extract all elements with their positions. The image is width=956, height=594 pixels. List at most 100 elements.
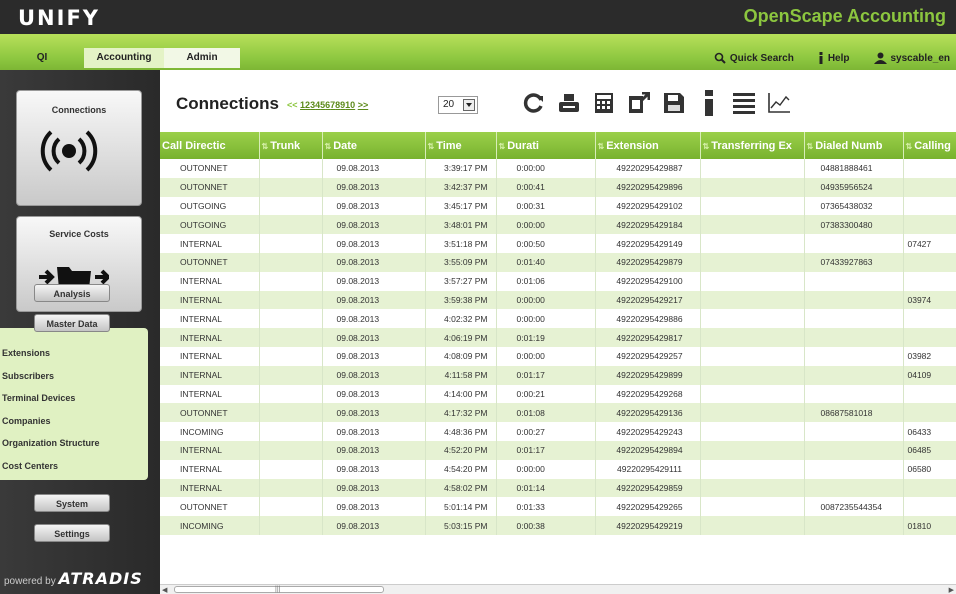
cell-duration: 0:01:19	[496, 328, 596, 347]
submenu-cost-centers[interactable]: Cost Centers	[0, 455, 148, 478]
cell-transferring-extension	[700, 252, 805, 272]
cell-time: 3:57:27 PM	[425, 271, 497, 291]
table-row[interactable]: INTERNAL 09.08.2013 3:57:27 PM 0:01:06 49220…	[160, 271, 956, 291]
page-size-select[interactable]: 20	[438, 96, 478, 114]
column-header-time[interactable]: ⇅ Time	[425, 132, 497, 159]
settings-button[interactable]: Settings	[34, 524, 110, 542]
table-row[interactable]: OUTONNET 09.08.2013 3:55:09 PM 0:01:40 49220…	[160, 252, 956, 272]
cell-duration: 0:01:06	[496, 271, 596, 291]
info-button[interactable]	[697, 88, 721, 120]
table-row[interactable]: INTERNAL 09.08.2013 4:54:20 PM 0:00:00 49220…	[160, 459, 956, 479]
column-header-calling-number[interactable]: ⇅ Calling	[903, 132, 956, 159]
print-button[interactable]	[557, 88, 581, 120]
print-icon	[558, 92, 580, 117]
submenu-companies[interactable]: Companies	[0, 410, 148, 433]
pager-next[interactable]: >>	[358, 100, 369, 110]
cell-extension: 49220295429896	[595, 177, 701, 197]
export-icon	[628, 91, 651, 117]
cell-duration: 0:01:17	[496, 440, 596, 460]
cell-trunk	[259, 159, 323, 178]
cell-calling-number	[903, 159, 956, 178]
calculate-button[interactable]	[592, 88, 616, 120]
column-header-date[interactable]: ⇅ Date	[322, 132, 426, 159]
tab-admin[interactable]: Admin	[164, 48, 240, 68]
cell-date: 09.08.2013	[322, 215, 426, 235]
table-row[interactable]: INTERNAL 09.08.2013 4:06:19 PM 0:01:19 49220…	[160, 328, 956, 347]
table-row[interactable]: INCOMING 09.08.2013 5:03:15 PM 0:00:38 49220…	[160, 516, 956, 535]
table-row[interactable]: INTERNAL 09.08.2013 4:02:32 PM 0:00:00 49220…	[160, 309, 956, 329]
calculator-icon	[594, 92, 614, 117]
table-row[interactable]: INTERNAL 09.08.2013 3:51:18 PM 0:00:50 49220…	[160, 234, 956, 253]
refresh-button[interactable]	[522, 88, 546, 120]
column-header-trunk[interactable]: ⇅ Trunk	[259, 132, 323, 159]
chart-view-button[interactable]	[767, 88, 791, 120]
submenu-extensions[interactable]: Extensions	[0, 342, 148, 365]
cell-trunk	[259, 234, 323, 253]
connections-grid: Call Directic ⇅ Trunk ⇅ Date ⇅ Time ⇅ Durati ⇅ Ext…	[160, 132, 956, 584]
table-row[interactable]: INTERNAL 09.08.2013 4:14:00 PM 0:00:21 49220…	[160, 384, 956, 404]
table-row[interactable]: INTERNAL 09.08.2013 4:52:20 PM 0:01:17 49220…	[160, 440, 956, 460]
table-row[interactable]: OUTONNET 09.08.2013 3:39:17 PM 0:00:00 49220…	[160, 159, 956, 178]
cell-date: 09.08.2013	[322, 290, 426, 310]
pager-page-10[interactable]: 10	[345, 100, 355, 110]
submenu-organization-structure[interactable]: Organization Structure	[0, 432, 148, 455]
cell-transferring-extension	[700, 234, 805, 253]
column-header-duration[interactable]: ⇅ Durati	[496, 132, 596, 159]
cell-calling-number: 07427	[903, 234, 956, 253]
user-menu[interactable]: syscable_en	[873, 52, 950, 64]
system-button[interactable]: System	[34, 494, 110, 512]
cell-calling-number	[903, 196, 956, 216]
table-row[interactable]: INCOMING 09.08.2013 4:48:36 PM 0:00:27 49220…	[160, 422, 956, 441]
scrollbar-thumb[interactable]: |||	[174, 586, 384, 593]
table-row[interactable]: OUTGOING 09.08.2013 3:45:17 PM 0:00:31 49220…	[160, 196, 956, 216]
cell-duration: 0:01:33	[496, 497, 596, 517]
table-row[interactable]: INTERNAL 09.08.2013 4:11:58 PM 0:01:17 49220…	[160, 365, 956, 385]
cell-dialed-number	[804, 478, 904, 498]
quick-search-link[interactable]: Quick Search	[714, 52, 794, 64]
list-view-button[interactable]	[732, 88, 756, 120]
cell-dialed-number: 07383300480	[804, 215, 904, 235]
pager-prev[interactable]: <<	[287, 100, 298, 110]
save-button[interactable]	[662, 88, 686, 120]
table-row[interactable]: OUTONNET 09.08.2013 4:17:32 PM 0:01:08 49220…	[160, 403, 956, 423]
scroll-left-icon[interactable]: ◀	[162, 586, 167, 594]
cell-extension: 49220295429219	[595, 516, 701, 535]
cell-time: 4:54:20 PM	[425, 459, 497, 479]
cell-date: 09.08.2013	[322, 497, 426, 517]
content-toolbar: Connections << 12345678910 >> 20	[160, 70, 956, 132]
table-row[interactable]: INTERNAL 09.08.2013 4:08:09 PM 0:00:00 49220…	[160, 346, 956, 366]
master-data-button[interactable]: Master Data	[34, 314, 110, 332]
cell-date: 09.08.2013	[322, 328, 426, 347]
magnifier-icon	[714, 52, 726, 64]
column-header-call-direction[interactable]: Call Directic	[160, 132, 260, 159]
export-button[interactable]	[627, 88, 651, 120]
tab-qi[interactable]: QI	[0, 48, 84, 68]
cell-extension: 49220295429894	[595, 440, 701, 460]
sort-icon: ⇅	[806, 141, 814, 151]
table-row[interactable]: OUTONNET 09.08.2013 5:01:14 PM 0:01:33 49220…	[160, 497, 956, 517]
submenu-terminal-devices[interactable]: Terminal Devices	[0, 387, 148, 410]
scroll-right-icon[interactable]: ▶	[949, 586, 954, 594]
cell-trunk	[259, 290, 323, 310]
column-header-dialed-number[interactable]: ⇅ Dialed Numb	[804, 132, 904, 159]
help-link[interactable]: Help	[818, 52, 850, 64]
analysis-button[interactable]: Analysis	[34, 284, 110, 302]
table-row[interactable]: OUTONNET 09.08.2013 3:42:37 PM 0:00:41 49220…	[160, 177, 956, 197]
table-row[interactable]: INTERNAL 09.08.2013 4:58:02 PM 0:01:14 49220…	[160, 478, 956, 498]
connections-tile[interactable]: Connections	[16, 90, 142, 206]
cell-calling-number	[903, 478, 956, 498]
tab-accounting[interactable]: Accounting	[84, 48, 164, 68]
table-row[interactable]: OUTGOING 09.08.2013 3:48:01 PM 0:00:00 49220…	[160, 215, 956, 235]
submenu-subscribers[interactable]: Subscribers	[0, 365, 148, 388]
column-header-extension[interactable]: ⇅ Extension	[595, 132, 701, 159]
cell-calling-number: 04109	[903, 365, 956, 385]
grip-icon: |||	[275, 586, 281, 593]
cell-calling-number: 06580	[903, 459, 956, 479]
cell-dialed-number	[804, 328, 904, 347]
column-header-transferring-extension[interactable]: ⇅ Transferring Ex	[700, 132, 805, 159]
table-row[interactable]: INTERNAL 09.08.2013 3:59:38 PM 0:00:00 49220…	[160, 290, 956, 310]
horizontal-scrollbar[interactable]: ◀ ||| ▶	[160, 584, 956, 594]
cell-time: 4:06:19 PM	[425, 328, 497, 347]
table-header-row: Call Directic ⇅ Trunk ⇅ Date ⇅ Time ⇅ Durati ⇅ Ext…	[160, 132, 956, 159]
cell-transferring-extension	[700, 403, 805, 423]
